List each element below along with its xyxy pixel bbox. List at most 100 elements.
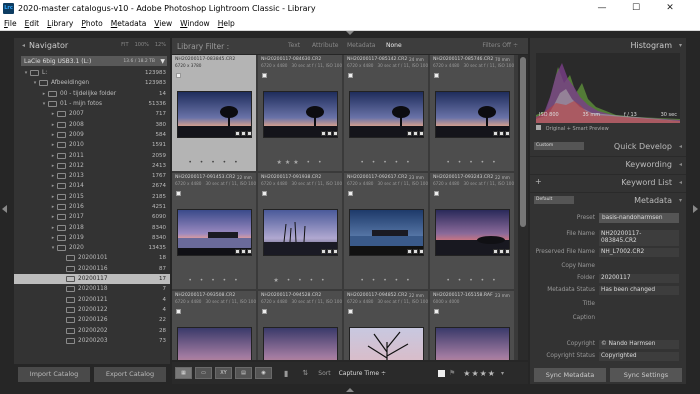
grid-scroll-thumb[interactable] — [520, 57, 526, 227]
close-button[interactable]: ✕ — [656, 0, 684, 16]
metadata-badge-icon[interactable] — [333, 131, 338, 136]
zoom-100[interactable]: 100% — [135, 42, 149, 48]
metadata-mode-dropdown[interactable]: Default — [534, 196, 574, 204]
metadata-preset-dropdown[interactable]: basis-nandoharmsen — [599, 213, 679, 223]
disclosure-triangle-icon[interactable]: ▸ — [49, 214, 57, 220]
metadata-value[interactable]: Has been changed — [599, 286, 679, 296]
filter-tab-attribute[interactable]: Attribute — [312, 42, 339, 49]
metadata-badge-icon[interactable] — [327, 249, 332, 254]
filter-tab-text[interactable]: Text — [288, 42, 300, 49]
folder-row[interactable]: 20200118 7 — [14, 284, 170, 294]
photo-cell[interactable]: NH20200117-093243.CR2 6720 x 4480 30 sec a… — [430, 173, 515, 290]
photo-cell[interactable]: NH20200117-165158.RAF 6000 x 4000 23 mm — [430, 291, 515, 360]
metadata-badge-icon[interactable] — [327, 131, 332, 136]
metadata-badge-icon[interactable] — [321, 249, 326, 254]
pick-flag-icon[interactable] — [176, 73, 181, 78]
add-keyword-icon[interactable]: + — [535, 177, 542, 186]
pick-flag-icon[interactable] — [262, 73, 267, 78]
folder-row[interactable]: ▸ 2008 380 — [14, 119, 170, 129]
folder-row[interactable]: 20200202 28 — [14, 325, 170, 335]
menu-help[interactable]: Help — [218, 19, 235, 28]
metadata-badge-icon[interactable] — [241, 249, 246, 254]
metadata-value[interactable]: © Nando Harmsen — [599, 340, 679, 350]
photo-cell[interactable]: NH20200117-084630.CR2 6720 x 4480 30 sec a… — [258, 55, 343, 172]
metadata-badge-icon[interactable] — [413, 249, 418, 254]
keyword-list-header[interactable]: + Keyword List ◂ — [530, 175, 686, 191]
zoom-fit[interactable]: FIT — [121, 42, 128, 48]
pick-flag-icon[interactable] — [262, 309, 267, 314]
volume-menu-icon[interactable]: ▼ — [160, 58, 165, 65]
photo-cell[interactable]: NH20200117-094852.CR2 6720 x 4480 30 sec a… — [344, 291, 429, 360]
collapse-top-arrow-icon[interactable] — [346, 31, 354, 35]
folder-row[interactable]: 20200116 87 — [14, 264, 170, 274]
loupe-view-icon[interactable]: ▭ — [195, 367, 212, 379]
photo-rating[interactable]: • • • • • — [430, 277, 515, 284]
menu-edit[interactable]: Edit — [25, 19, 40, 28]
painter-icon[interactable]: ▮ — [284, 369, 288, 378]
folder-row[interactable]: 20200101 18 — [14, 253, 170, 263]
disclosure-triangle-icon[interactable]: ▸ — [40, 91, 48, 97]
collapse-bottom-arrow-icon[interactable] — [346, 388, 354, 392]
disclosure-triangle-icon[interactable]: ▸ — [49, 173, 57, 179]
pick-flag-icon[interactable] — [348, 191, 353, 196]
metadata-value[interactable]: NH20200117-083845.CR2 — [599, 230, 679, 247]
disclosure-triangle-icon[interactable]: ▾ — [40, 101, 48, 107]
folder-row[interactable]: 20200117 17 — [14, 273, 170, 285]
folder-row[interactable]: 20200203 73 — [14, 336, 170, 346]
filter-tab-none[interactable]: None — [386, 42, 402, 49]
disclosure-triangle-icon[interactable]: ▸ — [49, 132, 57, 138]
people-view-icon[interactable]: ◉ — [255, 367, 272, 379]
menu-window[interactable]: Window — [180, 19, 210, 28]
disclosure-triangle-icon[interactable]: ▾ — [22, 70, 30, 76]
pick-flag-icon[interactable] — [348, 309, 353, 314]
folder-row[interactable]: ▾ Afbeeldingen 123983 — [14, 78, 170, 88]
disclosure-triangle-icon[interactable]: ▸ — [49, 235, 57, 241]
photo-cell[interactable]: NH20200117-091453.CR2 6720 x 4480 30 sec a… — [172, 173, 257, 290]
metadata-value[interactable]: Copyrighted — [599, 352, 679, 362]
metadata-badge-icon[interactable] — [493, 249, 498, 254]
metadata-badge-icon[interactable] — [407, 249, 412, 254]
compare-view-icon[interactable]: XY — [215, 367, 232, 379]
minimize-button[interactable]: — — [588, 0, 616, 16]
folder-row[interactable]: ▸ 2012 2413 — [14, 161, 170, 171]
folder-row[interactable]: ▸ 2018 8340 — [14, 222, 170, 232]
filter-tab-metadata[interactable]: Metadata — [347, 42, 375, 49]
disclosure-triangle-icon[interactable]: ▸ — [49, 153, 57, 159]
metadata-badge-icon[interactable] — [247, 249, 252, 254]
disclosure-triangle-icon[interactable]: ▾ — [49, 245, 57, 251]
pick-flag-icon[interactable] — [434, 191, 439, 196]
folder-row[interactable]: ▾ L: 123983 — [14, 68, 170, 78]
disclosure-triangle-icon[interactable]: ▸ — [49, 122, 57, 128]
metadata-badge-icon[interactable] — [505, 131, 510, 136]
sync-metadata-button[interactable]: Sync Metadata — [534, 367, 606, 382]
metadata-badge-icon[interactable] — [235, 131, 240, 136]
grid-view-icon[interactable]: ▦ — [175, 367, 192, 379]
pick-flag-icon[interactable] — [176, 309, 181, 314]
disclosure-triangle-icon[interactable]: ▸ — [49, 225, 57, 231]
disclosure-triangle-icon[interactable]: ▾ — [31, 80, 39, 86]
folder-row[interactable]: 20200126 22 — [14, 315, 170, 325]
sync-settings-button[interactable]: Sync Settings — [610, 367, 682, 382]
menu-library[interactable]: Library — [47, 19, 73, 28]
sort-dropdown[interactable]: Capture Time ÷ — [339, 370, 386, 377]
metadata-value[interactable] — [599, 300, 679, 302]
zoom-12[interactable]: 12% — [155, 42, 166, 48]
photo-rating[interactable]: ★ • • • • — [258, 277, 343, 284]
menu-photo[interactable]: Photo — [81, 19, 102, 28]
folder-row[interactable]: ▸ 2009 584 — [14, 130, 170, 140]
photo-thumbnail[interactable] — [263, 327, 338, 360]
flag-filter-icon[interactable] — [437, 369, 445, 377]
export-catalog-button[interactable]: Export Catalog — [94, 366, 166, 382]
folder-row[interactable]: 20200121 4 — [14, 295, 170, 305]
photo-thumbnail[interactable] — [349, 327, 424, 360]
toolbar-menu-icon[interactable]: ▾ — [501, 370, 504, 377]
photo-thumbnail[interactable] — [177, 327, 252, 360]
photo-cell[interactable]: NH20200117-092617.CR2 6720 x 4480 30 sec a… — [344, 173, 429, 290]
histogram-header[interactable]: Histogram ▾ — [530, 38, 686, 53]
metadata-badge-icon[interactable] — [247, 131, 252, 136]
folder-row[interactable]: ▸ 2013 1767 — [14, 171, 170, 181]
pick-flag-icon[interactable] — [262, 191, 267, 196]
disclosure-triangle-icon[interactable]: ▸ — [49, 142, 57, 148]
photo-cell[interactable]: NH20200117-094528.CR2 6720 x 4480 30 sec a… — [258, 291, 343, 360]
pick-flag-icon[interactable] — [176, 191, 181, 196]
